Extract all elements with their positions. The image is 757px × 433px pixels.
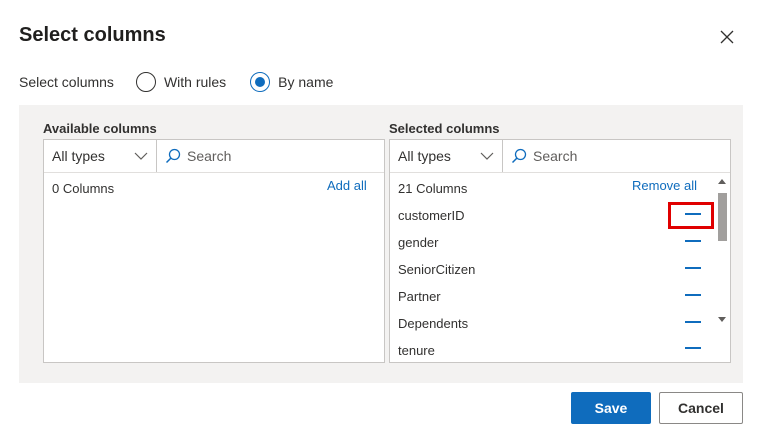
radio-by-name[interactable]: By name bbox=[250, 72, 333, 92]
radio-with-rules[interactable]: With rules bbox=[135, 72, 227, 92]
selected-columns-list: All types Search 21 Columns Remove all c… bbox=[389, 139, 731, 363]
selected-columns-title: Selected columns bbox=[389, 121, 500, 136]
selected-list-header: All types Search bbox=[390, 140, 730, 173]
available-count: 0 Columns bbox=[52, 181, 115, 196]
list-item: tenure bbox=[398, 343, 435, 358]
search-placeholder: Search bbox=[533, 148, 578, 164]
columns-panel: Available columns All types Search 0 Col… bbox=[19, 105, 743, 383]
available-columns-title: Available columns bbox=[43, 121, 157, 136]
available-search-input[interactable]: Search bbox=[157, 148, 231, 164]
selection-mode-label: Select columns bbox=[19, 74, 114, 90]
radio-label: With rules bbox=[163, 74, 227, 90]
close-icon bbox=[720, 30, 734, 44]
remove-Dependents-button[interactable] bbox=[685, 321, 701, 323]
available-type-dropdown[interactable]: All types bbox=[44, 140, 157, 172]
scroll-down-arrow[interactable] bbox=[718, 317, 726, 322]
dialog-title: Select columns bbox=[19, 24, 166, 46]
scroll-thumb[interactable] bbox=[718, 193, 727, 241]
search-icon bbox=[511, 148, 527, 164]
selected-type-dropdown[interactable]: All types bbox=[390, 140, 503, 172]
remove-all-link[interactable]: Remove all bbox=[632, 178, 697, 193]
list-item: gender bbox=[398, 235, 439, 250]
remove-tenure-button[interactable] bbox=[685, 347, 701, 349]
selected-search-input[interactable]: Search bbox=[503, 148, 577, 164]
list-item: customerID bbox=[398, 208, 465, 223]
available-columns-list: All types Search 0 Columns Add all bbox=[43, 139, 385, 363]
available-list-header: All types Search bbox=[44, 140, 384, 173]
save-button[interactable]: Save bbox=[571, 392, 651, 424]
radio-circle bbox=[135, 72, 156, 92]
type-dropdown-value: All types bbox=[52, 148, 105, 164]
list-item: SeniorCitizen bbox=[398, 262, 476, 277]
type-dropdown-value: All types bbox=[398, 148, 451, 164]
radio-label: By name bbox=[278, 74, 334, 90]
selection-mode: Select columns With rules By name bbox=[19, 70, 357, 94]
list-item: Dependents bbox=[398, 316, 469, 331]
search-placeholder: Search bbox=[187, 148, 232, 164]
add-all-link[interactable]: Add all bbox=[327, 178, 367, 193]
list-scrollbar[interactable] bbox=[714, 173, 730, 328]
radio-circle-checked bbox=[250, 72, 271, 92]
remove-gender-button[interactable] bbox=[685, 240, 701, 242]
remove-SeniorCitizen-button[interactable] bbox=[685, 267, 701, 269]
scroll-up-arrow[interactable] bbox=[718, 179, 726, 184]
chevron-down-icon bbox=[134, 152, 148, 160]
selected-count: 21 Columns bbox=[398, 181, 468, 196]
search-icon bbox=[165, 148, 181, 164]
list-item: Partner bbox=[398, 289, 441, 304]
highlight-box bbox=[668, 202, 714, 229]
cancel-button[interactable]: Cancel bbox=[659, 392, 743, 424]
close-button[interactable] bbox=[714, 24, 740, 50]
chevron-down-icon bbox=[480, 152, 494, 160]
remove-Partner-button[interactable] bbox=[685, 294, 701, 296]
